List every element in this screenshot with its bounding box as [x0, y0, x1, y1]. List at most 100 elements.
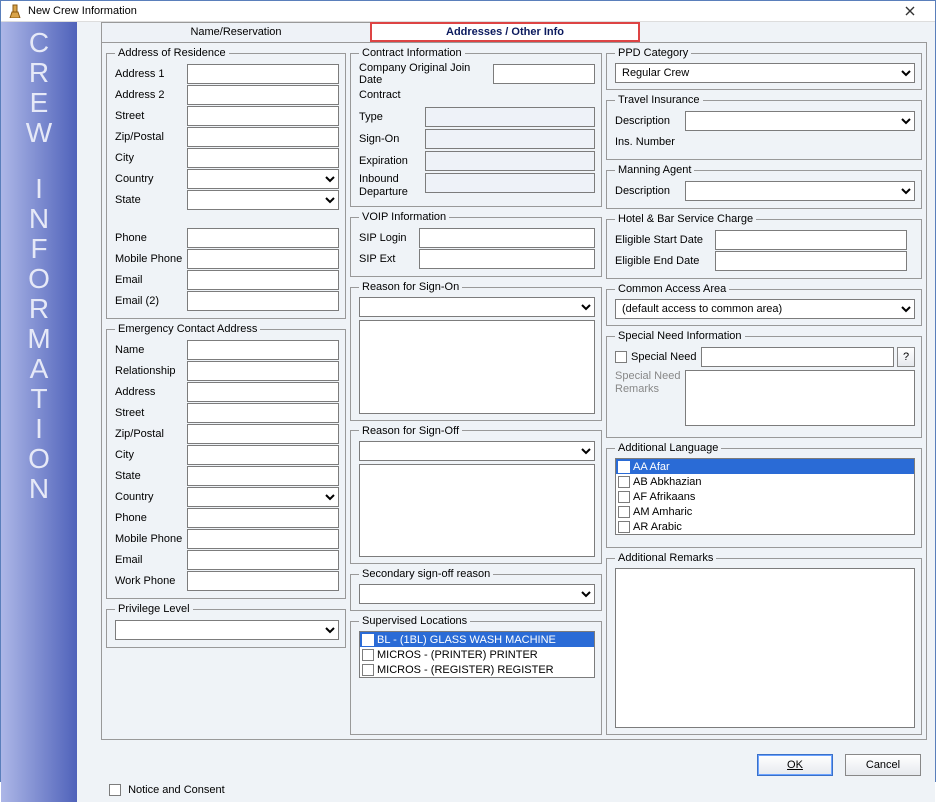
reason-signon-group: Reason for Sign-On: [350, 281, 602, 421]
ec-name-input[interactable]: [187, 340, 339, 360]
ec-city-input[interactable]: [187, 445, 339, 465]
additional-remarks-text[interactable]: [615, 568, 915, 728]
checkbox-icon[interactable]: [618, 521, 630, 533]
country-label: Country: [115, 173, 187, 185]
window-title: New Crew Information: [28, 5, 891, 17]
reason-signon-select[interactable]: [359, 297, 595, 317]
manning-desc-select[interactable]: [685, 181, 915, 201]
ec-relationship-label: Relationship: [115, 365, 187, 377]
voip-group: VOIP Information SIP Login SIP Ext: [350, 211, 602, 277]
contract-type-label: Type: [359, 111, 425, 123]
list-item[interactable]: MICROS - (REGISTER) REGISTER: [360, 662, 594, 677]
address2-input[interactable]: [187, 85, 339, 105]
reason-signon-text[interactable]: [359, 320, 595, 414]
reason-signoff-select[interactable]: [359, 441, 595, 461]
ec-street-input[interactable]: [187, 403, 339, 423]
lang-legend: Additional Language: [615, 442, 721, 454]
ec-zip-input[interactable]: [187, 424, 339, 444]
ec-relationship-input[interactable]: [187, 361, 339, 381]
ok-button[interactable]: OK: [757, 754, 833, 776]
list-item[interactable]: AB Abkhazian: [616, 474, 914, 489]
ec-phone-input[interactable]: [187, 508, 339, 528]
special-need-label: Special Need: [631, 351, 701, 363]
ec-name-label: Name: [115, 344, 187, 356]
contract-inbound-label: Inbound Departure: [359, 173, 425, 199]
email2-input[interactable]: [187, 291, 339, 311]
checkbox-icon[interactable]: [618, 506, 630, 518]
voip-legend: VOIP Information: [359, 211, 449, 223]
eligible-end-label: Eligible End Date: [615, 255, 715, 267]
email-input[interactable]: [187, 270, 339, 290]
ppd-category-group: PPD Category Regular Crew: [606, 47, 922, 90]
cojd-input[interactable]: [493, 64, 595, 84]
checkbox-icon[interactable]: [618, 491, 630, 503]
reason-signon-legend: Reason for Sign-On: [359, 281, 462, 293]
special-remarks-text[interactable]: [685, 370, 915, 426]
eligible-end-input[interactable]: [715, 251, 907, 271]
list-item[interactable]: AM Amharic: [616, 504, 914, 519]
ec-address-input[interactable]: [187, 382, 339, 402]
tab-name-reservation[interactable]: Name/Reservation: [101, 22, 371, 42]
privilege-select[interactable]: [115, 620, 339, 640]
city-label: City: [115, 152, 187, 164]
special-need-checkbox[interactable]: [615, 351, 627, 363]
ec-mobile-input[interactable]: [187, 529, 339, 549]
cancel-button[interactable]: Cancel: [845, 754, 921, 776]
sip-ext-input[interactable]: [419, 249, 595, 269]
email-label: Email: [115, 274, 187, 286]
ec-email-label: Email: [115, 554, 187, 566]
ec-email-input[interactable]: [187, 550, 339, 570]
eligible-start-input[interactable]: [715, 230, 907, 250]
reason-signoff-legend: Reason for Sign-Off: [359, 425, 462, 437]
travel-desc-select[interactable]: [685, 111, 915, 131]
titlebar: New Crew Information: [1, 1, 935, 22]
list-item[interactable]: AA Afar: [616, 459, 914, 474]
eligible-start-label: Eligible Start Date: [615, 234, 715, 246]
list-item[interactable]: BL - (1BL) GLASS WASH MACHINE: [360, 632, 594, 647]
checkbox-icon[interactable]: [362, 634, 374, 646]
ec-workphone-input[interactable]: [187, 571, 339, 591]
checkbox-icon[interactable]: [618, 461, 630, 473]
country-select[interactable]: [187, 169, 339, 189]
notice-consent-checkbox[interactable]: [109, 784, 121, 796]
reason-signoff-group: Reason for Sign-Off: [350, 425, 602, 565]
ppd-select[interactable]: Regular Crew: [615, 63, 915, 83]
supervised-legend: Supervised Locations: [359, 615, 470, 627]
reason-signoff-text[interactable]: [359, 464, 595, 558]
ec-state-input[interactable]: [187, 466, 339, 486]
sip-login-label: SIP Login: [359, 232, 419, 244]
sip-login-input[interactable]: [419, 228, 595, 248]
zip-input[interactable]: [187, 127, 339, 147]
secondary-signoff-select[interactable]: [359, 584, 595, 604]
email2-label: Email (2): [115, 295, 187, 307]
ec-phone-label: Phone: [115, 512, 187, 524]
common-access-select[interactable]: (default access to common area): [615, 299, 915, 319]
travel-legend: Travel Insurance: [615, 94, 703, 106]
state-select[interactable]: [187, 190, 339, 210]
phone-input[interactable]: [187, 228, 339, 248]
manning-legend: Manning Agent: [615, 164, 694, 176]
language-listbox[interactable]: AA Afar AB Abkhazian AF Afrikaans AM Amh…: [615, 458, 915, 535]
checkbox-icon[interactable]: [362, 649, 374, 661]
special-need-help-button[interactable]: ?: [897, 347, 915, 367]
phone-label: Phone: [115, 232, 187, 244]
mobile-input[interactable]: [187, 249, 339, 269]
list-item[interactable]: MICROS - (PRINTER) PRINTER: [360, 647, 594, 662]
supervised-listbox[interactable]: BL - (1BL) GLASS WASH MACHINE MICROS - (…: [359, 631, 595, 678]
emergency-legend: Emergency Contact Address: [115, 323, 260, 335]
special-remarks-label: Special Need Remarks: [615, 370, 685, 396]
special-need-input[interactable]: [701, 347, 894, 367]
contract-signon-input: [425, 129, 595, 149]
privilege-level-group: Privilege Level: [106, 603, 346, 648]
tab-addresses-other-info[interactable]: Addresses / Other Info: [370, 22, 640, 42]
list-item[interactable]: AF Afrikaans: [616, 489, 914, 504]
street-input[interactable]: [187, 106, 339, 126]
zip-label: Zip/Postal: [115, 131, 187, 143]
close-button[interactable]: [891, 1, 929, 21]
checkbox-icon[interactable]: [362, 664, 374, 676]
city-input[interactable]: [187, 148, 339, 168]
address1-input[interactable]: [187, 64, 339, 84]
list-item[interactable]: AR Arabic: [616, 519, 914, 534]
checkbox-icon[interactable]: [618, 476, 630, 488]
ec-country-select[interactable]: [187, 487, 339, 507]
